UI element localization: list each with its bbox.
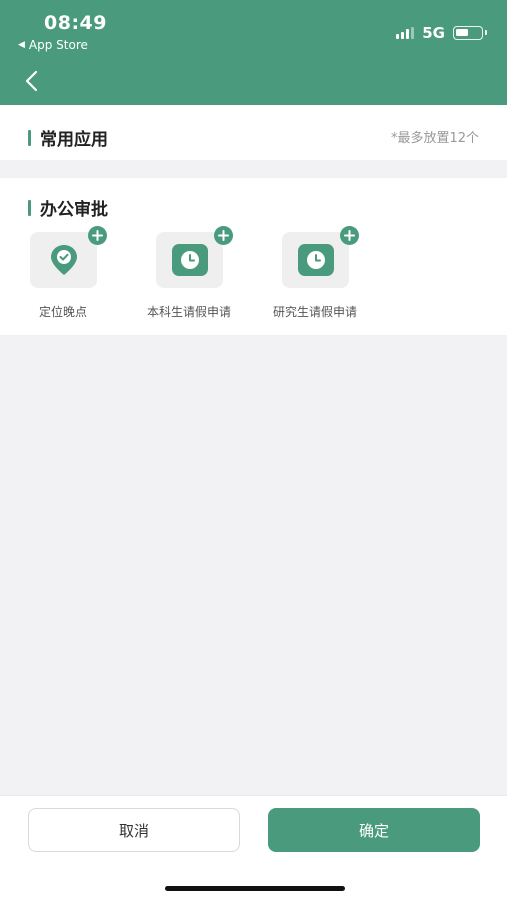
chevron-left-icon [25,70,38,92]
plus-icon [218,230,229,241]
clock-icon [297,244,334,276]
status-time: 08:49 [44,12,107,34]
section-title: 办公审批 [28,195,108,220]
clock-icon [171,244,208,276]
add-app-button[interactable] [340,226,359,245]
office-approval-section: 办公审批 定位晚点 本科生请假申请 研究生请假申请 [0,178,507,335]
app-label: 定位晚点 [38,305,87,319]
status-indicators: 5G [396,24,487,42]
app-tile[interactable] [30,232,97,288]
cancel-button[interactable]: 取消 [28,808,240,852]
location-pin-icon [50,245,77,275]
screen: 08:49 ◀ App Store 5G 常用应用 *最多放置12个 办公审批 … [0,0,507,900]
battery-icon [453,26,487,40]
bottom-action-bar: 取消 确定 [0,795,507,900]
back-button[interactable] [18,66,44,96]
app-item-undergrad-leave[interactable]: 本科生请假申请 [129,226,249,322]
common-apps-section: 常用应用 *最多放置12个 [0,105,507,160]
app-tile[interactable] [282,232,349,288]
max-apps-hint: *最多放置12个 [390,131,479,146]
app-tile[interactable] [156,232,223,288]
app-item-location-late[interactable]: 定位晚点 [3,226,123,322]
confirm-button[interactable]: 确定 [268,808,480,852]
header: 08:49 ◀ App Store 5G [0,0,507,105]
home-indicator[interactable] [165,886,345,891]
app-label: 研究生请假申请 [272,305,357,319]
office-approval-title: 办公审批 [40,200,108,220]
add-app-button[interactable] [88,226,107,245]
common-apps-title: 常用应用 [40,130,108,150]
plus-icon [92,230,103,241]
back-app-label: App Store [28,38,88,52]
add-app-button[interactable] [214,226,233,245]
signal-icon [396,27,415,39]
network-type: 5G [422,24,445,42]
section-title: 常用应用 [28,125,108,150]
back-triangle-icon: ◀ [18,40,25,50]
app-label: 本科生请假申请 [146,305,231,319]
app-item-grad-leave[interactable]: 研究生请假申请 [255,226,375,322]
back-to-app-link[interactable]: ◀ App Store [18,38,88,52]
title-accent-bar [28,199,31,216]
title-accent-bar [28,129,31,146]
plus-icon [344,230,355,241]
